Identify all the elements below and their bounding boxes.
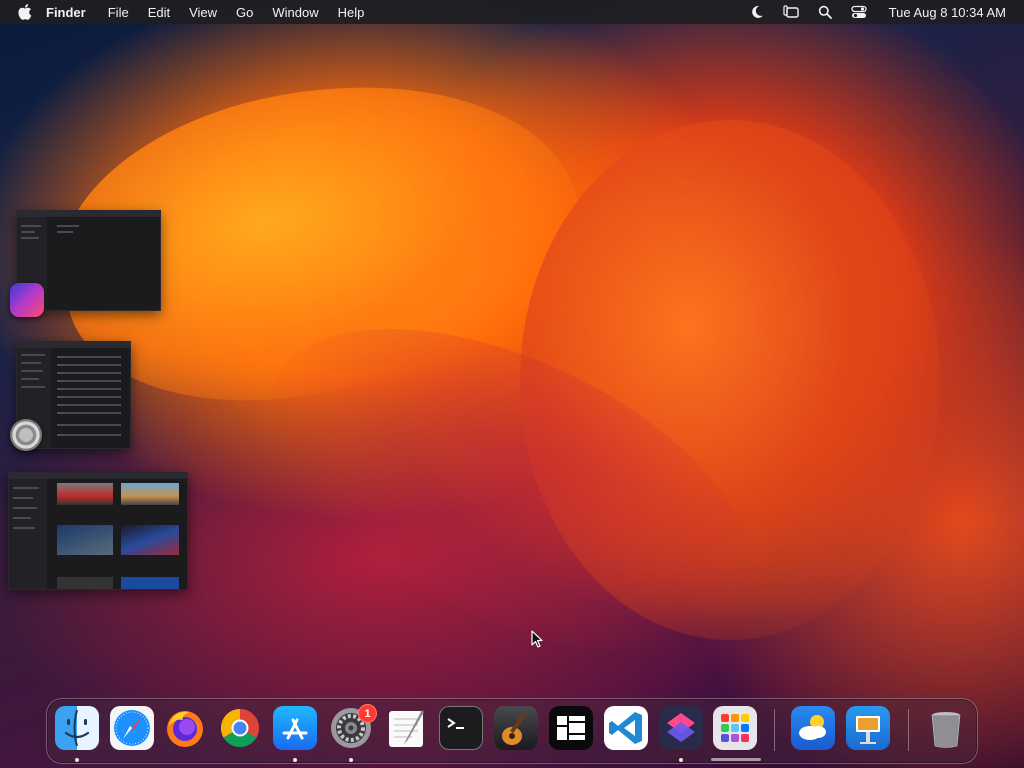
mouse-cursor-icon xyxy=(531,630,543,648)
moon-icon[interactable] xyxy=(749,4,765,20)
search-icon[interactable] xyxy=(817,4,833,20)
dock-divider-trash xyxy=(908,709,909,751)
menu-bar: Finder File Edit View Go Window Help Tue… xyxy=(0,0,1024,24)
dock-trash-icon[interactable] xyxy=(924,706,968,750)
dock-finder-running-dot xyxy=(75,758,79,762)
stage-window-app-store[interactable] xyxy=(8,472,188,590)
dock-scroll-indicator xyxy=(711,758,761,761)
menu-edit[interactable]: Edit xyxy=(148,5,170,20)
menu-bar-clock[interactable]: Tue Aug 8 10:34 AM xyxy=(889,5,1006,20)
menu-view[interactable]: View xyxy=(189,5,217,20)
dock: 1 xyxy=(46,698,978,764)
stage-system-settings-icon[interactable] xyxy=(10,419,42,451)
menu-go[interactable]: Go xyxy=(236,5,253,20)
dock-app-store-icon[interactable] xyxy=(273,706,317,750)
dock-shortcuts-icon[interactable] xyxy=(659,706,703,750)
stage-shortcuts-icon[interactable] xyxy=(10,283,44,317)
dock-app-store-running-dot xyxy=(293,758,297,762)
menu-window[interactable]: Window xyxy=(272,5,318,20)
dock-chrome-icon[interactable] xyxy=(218,706,262,750)
system-settings-badge: 1 xyxy=(358,704,377,723)
dock-firefox-icon[interactable] xyxy=(163,706,207,750)
dock-safari-icon[interactable] xyxy=(110,706,154,750)
menu-help[interactable]: Help xyxy=(338,5,365,20)
dock-mosaic-icon[interactable] xyxy=(549,706,593,750)
dock-launchpad-icon[interactable] xyxy=(713,706,757,750)
dock-textedit-icon[interactable] xyxy=(384,706,428,750)
dock-garageband-icon[interactable] xyxy=(494,706,538,750)
dock-vscode-icon[interactable] xyxy=(604,706,648,750)
stage-manager-icon[interactable] xyxy=(783,4,799,20)
dock-shortcuts-running-dot xyxy=(679,758,683,762)
dock-system-settings-icon[interactable]: 1 xyxy=(329,704,377,750)
desktop-wallpaper[interactable] xyxy=(0,0,1024,768)
dock-system-settings-running-dot xyxy=(349,758,353,762)
dock-finder-icon[interactable] xyxy=(55,706,99,750)
dock-keynote-icon[interactable] xyxy=(846,706,890,750)
dock-divider xyxy=(774,709,775,751)
menu-app-name[interactable]: Finder xyxy=(46,5,86,20)
menu-file[interactable]: File xyxy=(108,5,129,20)
dock-terminal-icon[interactable] xyxy=(439,706,483,750)
apple-menu-icon[interactable] xyxy=(18,4,32,20)
dock-weather-icon[interactable] xyxy=(791,706,835,750)
control-center-icon[interactable] xyxy=(851,4,867,20)
